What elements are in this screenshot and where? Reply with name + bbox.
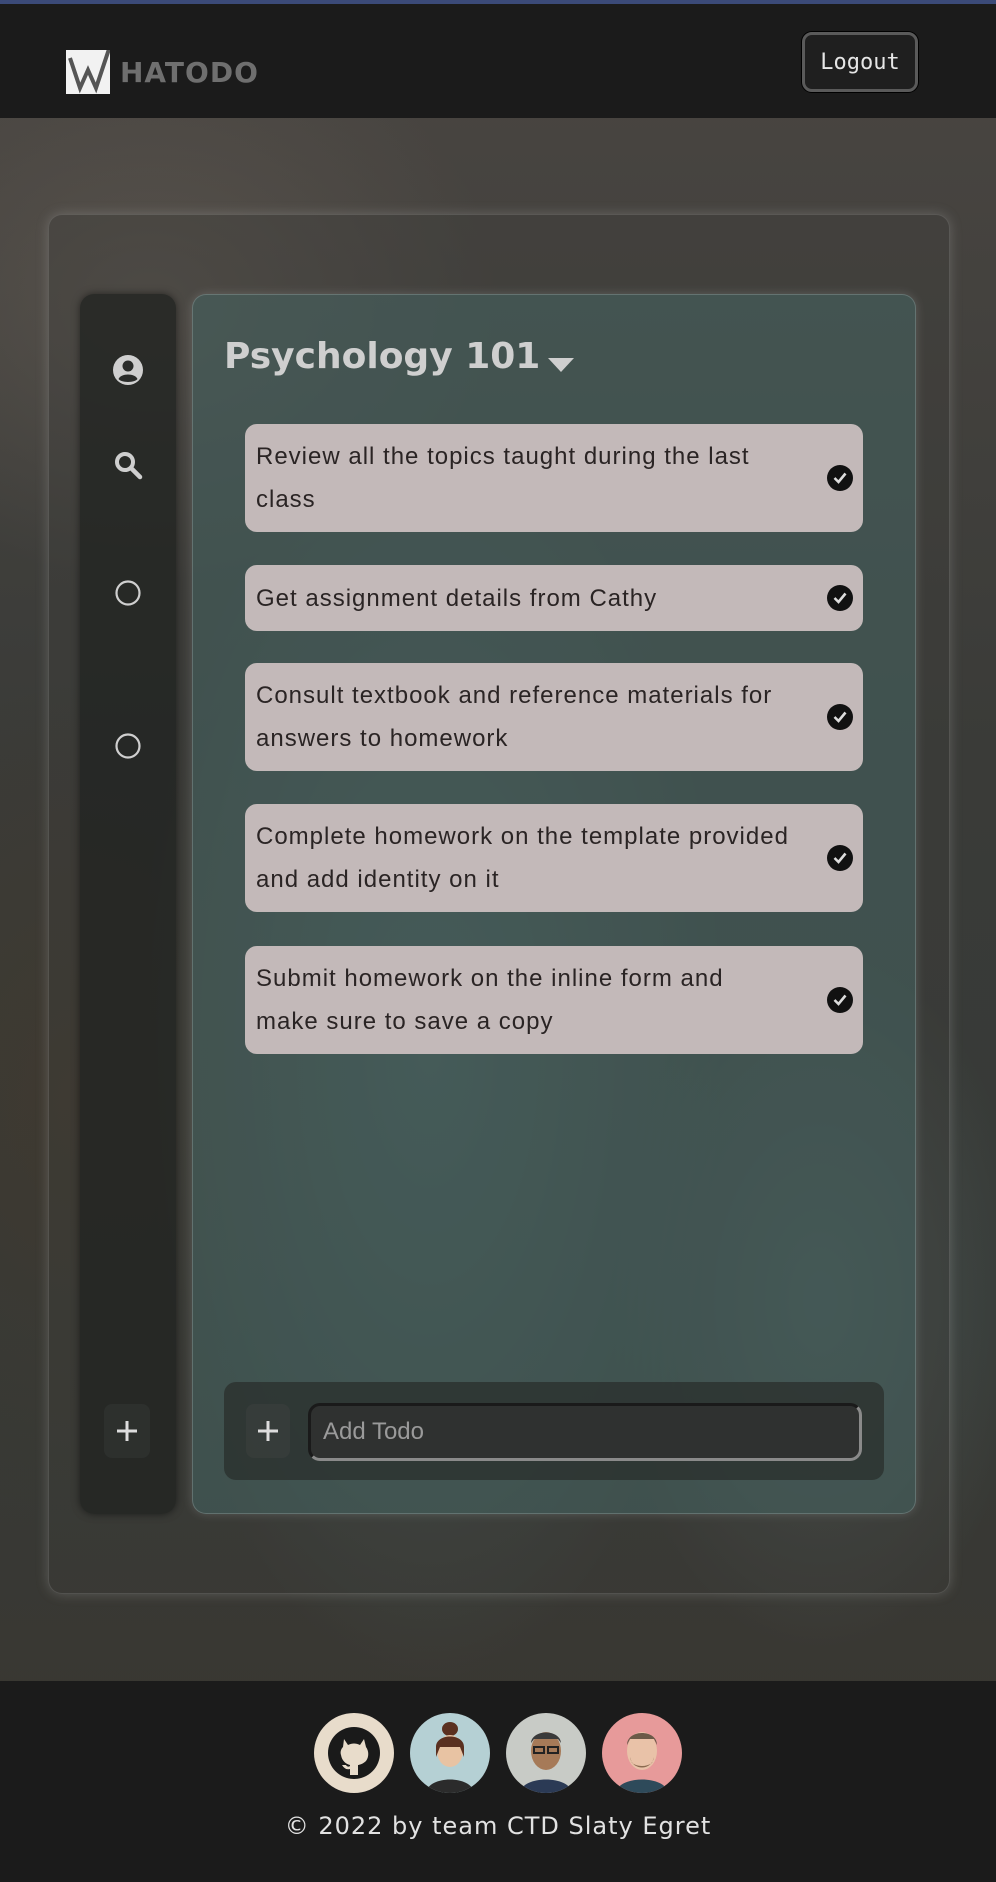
logout-button[interactable]: Logout [802, 32, 918, 92]
todo-item[interactable]: Get assignment details from Cathy [245, 565, 863, 631]
todo-item[interactable]: Review all the topics taught during the … [245, 424, 863, 532]
logo-text: HATODO [120, 56, 259, 89]
add-todo-input[interactable] [308, 1403, 862, 1461]
sidebar-item-list-2[interactable] [80, 732, 176, 760]
todo-text: Submit homework on the inline form and m… [256, 965, 724, 1035]
logo-mark [66, 45, 112, 94]
list-circle-icon [115, 733, 141, 759]
plus-icon [117, 1421, 137, 1441]
todo-item[interactable]: Complete homework on the template provid… [245, 804, 863, 912]
user-circle-icon [113, 355, 143, 385]
check-circle-icon[interactable] [827, 987, 853, 1013]
sidebar-item-profile[interactable] [80, 354, 176, 386]
team-member-avatar[interactable] [410, 1713, 490, 1793]
check-circle-icon[interactable] [827, 465, 853, 491]
app-header: HATODO Logout [0, 4, 996, 118]
todo-text: Consult textbook and reference materials… [256, 682, 773, 752]
todo-text: Complete homework on the template provid… [256, 823, 789, 893]
list-circle-icon [115, 580, 141, 606]
copyright-text: © 2022 by team CTD Slaty Egret [284, 1812, 712, 1840]
search-icon [115, 452, 143, 480]
check-circle-icon[interactable] [827, 704, 853, 730]
sidebar-item-search[interactable] [80, 450, 176, 480]
logo-check-icon [68, 45, 112, 94]
plus-icon [258, 1421, 278, 1441]
team-avatars [314, 1713, 682, 1793]
github-icon[interactable] [314, 1713, 394, 1793]
add-todo-button[interactable] [246, 1404, 290, 1458]
list-dropdown-chevron-icon[interactable] [548, 358, 574, 372]
todo-item[interactable]: Consult textbook and reference materials… [245, 663, 863, 771]
todo-text: Review all the topics taught during the … [256, 443, 750, 513]
list-title: Psychology 101 [224, 336, 541, 377]
sidebar-item-list-1[interactable] [80, 579, 176, 607]
team-member-avatar[interactable] [602, 1713, 682, 1793]
todo-item[interactable]: Submit homework on the inline form and m… [245, 946, 863, 1054]
check-circle-icon[interactable] [827, 585, 853, 611]
add-list-button[interactable] [104, 1404, 150, 1458]
team-member-avatar[interactable] [506, 1713, 586, 1793]
todo-text: Get assignment details from Cathy [256, 584, 658, 612]
check-circle-icon[interactable] [827, 845, 853, 871]
sidebar [80, 294, 176, 1514]
app-logo[interactable]: HATODO [66, 34, 266, 94]
